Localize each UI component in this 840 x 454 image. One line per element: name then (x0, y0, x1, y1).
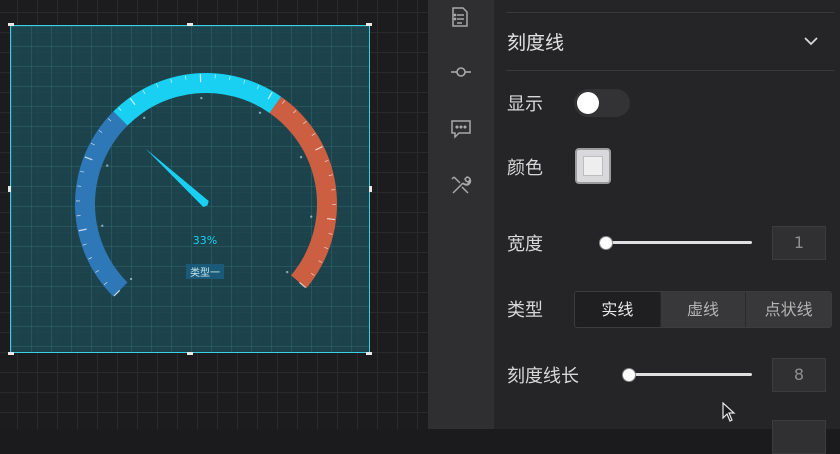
line-type-solid[interactable]: 实线 (575, 292, 660, 327)
divider-top (506, 12, 834, 13)
gauge-pointer (145, 149, 208, 207)
property-tab-rail (428, 0, 494, 429)
gauge-percent-label: 33% (193, 234, 217, 247)
gauge-segment-blue (75, 111, 128, 296)
editor-canvas[interactable]: 33% 类型一 (0, 0, 428, 429)
width-slider-knob[interactable] (599, 236, 613, 250)
gauge-tick-label-mark (143, 117, 145, 119)
resize-handle-top[interactable] (187, 23, 193, 26)
chevron-down-icon[interactable] (802, 32, 820, 54)
width-label: 宽度 (507, 230, 543, 256)
tick-length-slider-track[interactable] (624, 373, 752, 376)
next-setting-input[interactable] (772, 420, 826, 454)
gauge-name-badge: 类型一 (190, 266, 220, 279)
settings-panel: 刻度线 显示 颜色 宽度 1 类型 实线 虚线 点状线 刻度线长 8 (494, 0, 840, 429)
gauge-tick-label-mark (286, 271, 288, 273)
chat-bubble-icon[interactable] (449, 117, 473, 141)
color-label: 颜色 (507, 154, 543, 180)
gauge-tick-label-mark (130, 278, 132, 280)
gauge-tick-label-mark (310, 215, 312, 217)
resize-handle-top-left[interactable] (8, 23, 14, 26)
type-label: 类型 (507, 296, 543, 322)
width-slider-track[interactable] (601, 241, 752, 244)
gauge-chart: 33% 类型一 (11, 26, 371, 354)
resize-handle-bottom-left[interactable] (8, 352, 14, 355)
resize-handle-bottom-right[interactable] (366, 352, 372, 355)
gauge-segment-red (270, 97, 337, 289)
show-toggle[interactable] (574, 89, 630, 117)
gauge-segment-cyan (113, 73, 281, 126)
commit-node-icon[interactable] (449, 60, 473, 84)
tools-icon[interactable] (449, 173, 473, 197)
color-swatch-preview (583, 156, 603, 176)
color-swatch[interactable] (575, 148, 611, 184)
gauge-tick-label-mark (259, 112, 261, 114)
tick-length-input[interactable]: 8 (772, 358, 826, 392)
resize-handle-right[interactable] (369, 186, 372, 192)
resize-handle-left[interactable] (8, 186, 11, 192)
line-type-dotted[interactable]: 点状线 (745, 292, 831, 327)
section-title: 刻度线 (507, 28, 564, 55)
show-label: 显示 (507, 90, 543, 116)
toggle-knob (577, 92, 599, 114)
width-input[interactable]: 1 (772, 226, 826, 260)
list-file-icon[interactable] (449, 5, 473, 29)
gauge-tick-label-mark (200, 97, 202, 99)
gauge-tick-label-mark (101, 225, 103, 227)
line-type-segmented: 实线 虚线 点状线 (574, 291, 832, 328)
mouse-cursor-icon (722, 402, 736, 426)
gauge-tick-label-mark (106, 164, 108, 166)
line-type-dashed[interactable]: 虚线 (660, 292, 746, 327)
divider-section (506, 70, 834, 71)
tick-length-label: 刻度线长 (507, 362, 579, 388)
resize-handle-bottom[interactable] (187, 352, 193, 355)
tick-length-slider-knob[interactable] (622, 368, 636, 382)
resize-handle-top-right[interactable] (366, 23, 372, 26)
gauge-widget[interactable]: 33% 类型一 (10, 25, 370, 353)
gauge-tick-label-mark (300, 156, 302, 158)
